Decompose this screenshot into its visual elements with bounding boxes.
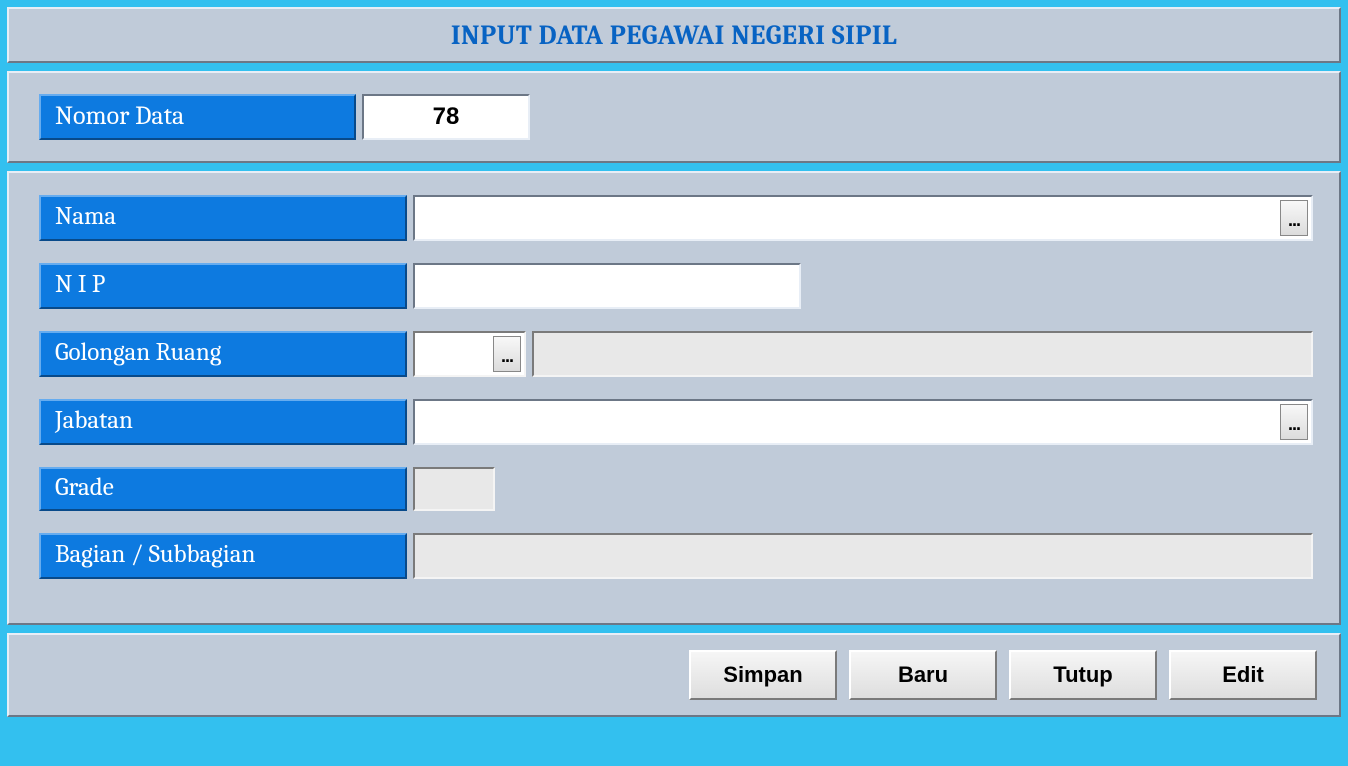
golongan-code-input[interactable]: ... (413, 331, 526, 377)
row-jabatan: Jabatan ... (39, 399, 1313, 445)
jabatan-input[interactable]: ... (413, 399, 1313, 445)
golongan-picker-button[interactable]: ... (493, 336, 521, 372)
ellipsis-icon: ... (1288, 414, 1300, 435)
title-panel: INPUT DATA PEGAWAI NEGERI SIPIL (7, 7, 1341, 63)
row-nip: N I P (39, 263, 1313, 309)
golongan-label: Golongan Ruang (39, 331, 407, 377)
nama-input[interactable]: ... (413, 195, 1313, 241)
nomor-data-label: Nomor Data (39, 94, 356, 140)
bagian-label: Bagian / Subbagian (39, 533, 407, 579)
record-id-panel: Nomor Data 78 (7, 71, 1341, 163)
form-title: INPUT DATA PEGAWAI NEGERI SIPIL (451, 20, 897, 51)
golongan-desc-input (532, 331, 1313, 377)
simpan-button[interactable]: Simpan (689, 650, 837, 700)
nomor-data-value: 78 (362, 94, 530, 140)
button-panel: Simpan Baru Tutup Edit (7, 633, 1341, 717)
nama-label: Nama (39, 195, 407, 241)
ellipsis-icon: ... (1288, 210, 1300, 231)
row-nama: Nama ... (39, 195, 1313, 241)
ellipsis-icon: ... (501, 346, 513, 367)
nip-label: N I P (39, 263, 407, 309)
bagian-input (413, 533, 1313, 579)
row-grade: Grade (39, 467, 1313, 511)
row-bagian: Bagian / Subbagian (39, 533, 1313, 579)
edit-button[interactable]: Edit (1169, 650, 1317, 700)
row-golongan: Golongan Ruang ... (39, 331, 1313, 377)
nama-picker-button[interactable]: ... (1280, 200, 1308, 236)
nip-input[interactable] (413, 263, 801, 309)
jabatan-picker-button[interactable]: ... (1280, 404, 1308, 440)
tutup-button[interactable]: Tutup (1009, 650, 1157, 700)
grade-input (413, 467, 495, 511)
baru-button[interactable]: Baru (849, 650, 997, 700)
grade-label: Grade (39, 467, 407, 511)
jabatan-label: Jabatan (39, 399, 407, 445)
form-panel: Nama ... N I P Golongan Ruang ... Jabata… (7, 171, 1341, 625)
